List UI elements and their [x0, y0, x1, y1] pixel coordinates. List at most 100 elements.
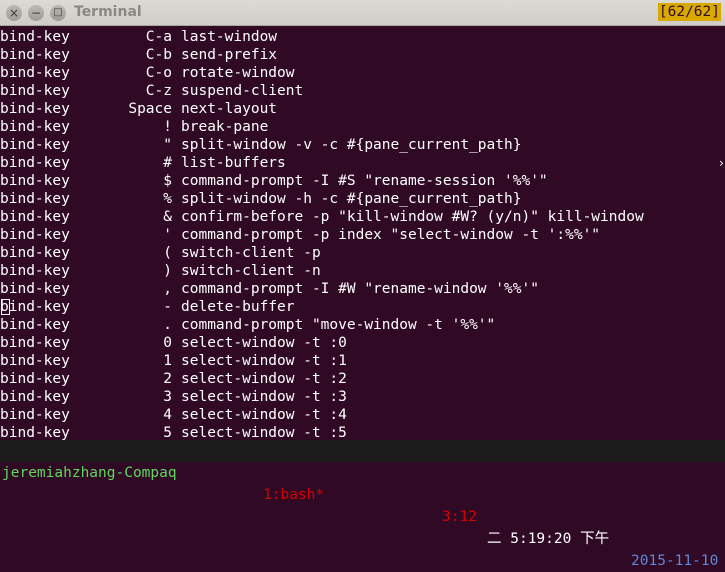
bind-key-name: % [163, 191, 172, 207]
terminal-line: bind-key 0 select-window -t :0 [0, 334, 725, 352]
terminal-line: bind-key% split-window -h -c #{pane_curre… [0, 190, 725, 208]
bind-action: suspend-client [181, 83, 304, 99]
terminal-line: bind-key 4 select-window -t :4 [0, 406, 725, 424]
bind-action: select-window -t :4 [181, 407, 347, 423]
bind-key-name: 2 [163, 371, 172, 387]
terminal-line: bind-key $ command-prompt -I #S "rename-se… [0, 172, 725, 190]
status-window-list[interactable]: 1:bash* [263, 484, 324, 506]
status-date: 2015-11-10 [631, 553, 719, 569]
bind-action: command-prompt -I #W "rename-window '%%'… [181, 281, 539, 297]
status-session-host: jeremiahzhang-Compaq [2, 465, 177, 481]
minimize-window-button[interactable]: − [28, 5, 44, 21]
bind-key-name: C-o [145, 65, 172, 81]
bind-action: delete-buffer [181, 299, 295, 315]
bind-key-name: 3 [163, 389, 172, 405]
bind-key-name: $ [163, 173, 172, 189]
terminal-line: bind-key " split-window -v -c #{pane_curre… [0, 136, 725, 154]
scroll-edge-icon: › [717, 156, 725, 170]
bind-action: command-prompt -I #S "rename-session '%%… [181, 173, 548, 189]
bind-command: bind-key [0, 335, 70, 351]
window-title: Terminal [74, 4, 142, 20]
bind-command: bind-key [0, 317, 70, 333]
bind-action: switch-client -n [181, 263, 321, 279]
bind-action: command-prompt -p index "select-window -… [181, 227, 601, 243]
bind-action: send-prefix [181, 47, 278, 63]
bind-key-name: " [163, 137, 172, 153]
terminal-line: bind-key Space next-layout [0, 100, 725, 118]
bind-action: list-buffers [181, 155, 286, 171]
bind-command: bind-key [0, 245, 70, 261]
terminal-output[interactable]: bind-key C-a last-window bind-key C-b send-pr… [0, 26, 725, 440]
terminal-line: bind-key, command-prompt -I #W "rename-wi… [0, 280, 725, 298]
bind-action: select-window -t :2 [181, 371, 347, 387]
terminal-line: bind-key. command-prompt "move-window -t … [0, 316, 725, 334]
status-time: 二 5:19:20 下午 [487, 531, 610, 547]
maximize-window-button[interactable]: □ [50, 5, 66, 21]
bind-key-name: . [163, 317, 172, 333]
bind-command: bind-key [0, 425, 70, 440]
terminal-line: bind-key! break-pane [0, 118, 725, 136]
bind-action: split-window -v -c #{pane_current_path} [181, 137, 522, 153]
terminal-line: bind-key 3 select-window -t :3 [0, 388, 725, 406]
bind-action: select-window -t :0 [181, 335, 347, 351]
bind-action: split-window -h -c #{pane_current_path} [181, 191, 522, 207]
bind-key-name: ! [163, 119, 172, 135]
bind-command: bind-key [0, 389, 70, 405]
bind-command: bind-key [0, 209, 70, 225]
tmux-position-indicator: [62/62] [657, 3, 721, 21]
bind-command: bind-key [0, 227, 70, 243]
bind-command: bind-key [0, 119, 70, 135]
bind-key-name: 0 [163, 335, 172, 351]
terminal-line: bind-key C-a last-window [0, 28, 725, 46]
terminal-line: bind-key ( switch-client -p [0, 244, 725, 262]
bind-key-name: ) [163, 263, 172, 279]
bind-command: bind-key [0, 65, 70, 81]
bind-command: bind-key [0, 83, 70, 99]
bind-key-name: C-a [145, 29, 172, 45]
bind-key-name: 5 [163, 425, 172, 440]
bind-command: bind-key [0, 299, 70, 315]
bind-action: last-window [181, 29, 278, 45]
terminal-line: bind-key C-z suspend-client [0, 82, 725, 100]
bind-command: bind-key [0, 191, 70, 207]
bind-key-name: , [163, 281, 172, 297]
bind-command: bind-key [0, 29, 70, 45]
terminal-line: bind-key 5 select-window -t :5 [0, 424, 725, 440]
status-pane-info: 3:12 [442, 509, 477, 525]
bind-key-name: ' [163, 227, 172, 243]
terminal-line: bind-key 2 select-window -t :2 [0, 370, 725, 388]
bind-key-name: & [163, 209, 172, 225]
tmux-status-bar: jeremiahzhang-Compaq 1:bash* 3:12 二 5:19… [0, 440, 725, 569]
terminal-line: bind-key 1 select-window -t :1 [0, 352, 725, 370]
bind-action: next-layout [181, 101, 278, 117]
bind-action: break-pane [181, 119, 269, 135]
bind-key-name: 1 [163, 353, 172, 369]
terminal-line: bind-key # list-buffers [0, 154, 725, 172]
terminal-cursor [1, 299, 10, 315]
bind-command: bind-key [0, 263, 70, 279]
window-titlebar[interactable]: × − □ Terminal [0, 0, 725, 26]
terminal-line: bind-key & confirm-before -p "kill-window … [0, 208, 725, 226]
bind-key-name: - [163, 299, 172, 315]
terminal-line: bind-key) switch-client -n [0, 262, 725, 280]
bind-action: select-window -t :3 [181, 389, 347, 405]
bind-command: bind-key [0, 353, 70, 369]
bind-command: bind-key [0, 407, 70, 423]
bind-action: confirm-before -p "kill-window #W? (y/n)… [181, 209, 644, 225]
bind-key-name: # [163, 155, 172, 171]
bind-key-name: ( [163, 245, 172, 261]
bind-action: rotate-window [181, 65, 295, 81]
bind-action: select-window -t :1 [181, 353, 347, 369]
close-window-button[interactable]: × [6, 5, 22, 21]
terminal-line: bind-key C-o rotate-window [0, 64, 725, 82]
bind-key-name: C-b [145, 47, 172, 63]
bind-action: switch-client -p [181, 245, 321, 261]
terminal-line: bind-key ' command-prompt -p index "select… [0, 226, 725, 244]
bind-action: select-window -t :5 [181, 425, 347, 440]
bind-key-name: C-z [145, 83, 172, 99]
bind-command: bind-key [0, 371, 70, 387]
bind-command: bind-key [0, 101, 70, 117]
bind-command: bind-key [0, 137, 70, 153]
bind-command: bind-key [0, 47, 70, 63]
bind-action: command-prompt "move-window -t '%%'" [181, 317, 496, 333]
